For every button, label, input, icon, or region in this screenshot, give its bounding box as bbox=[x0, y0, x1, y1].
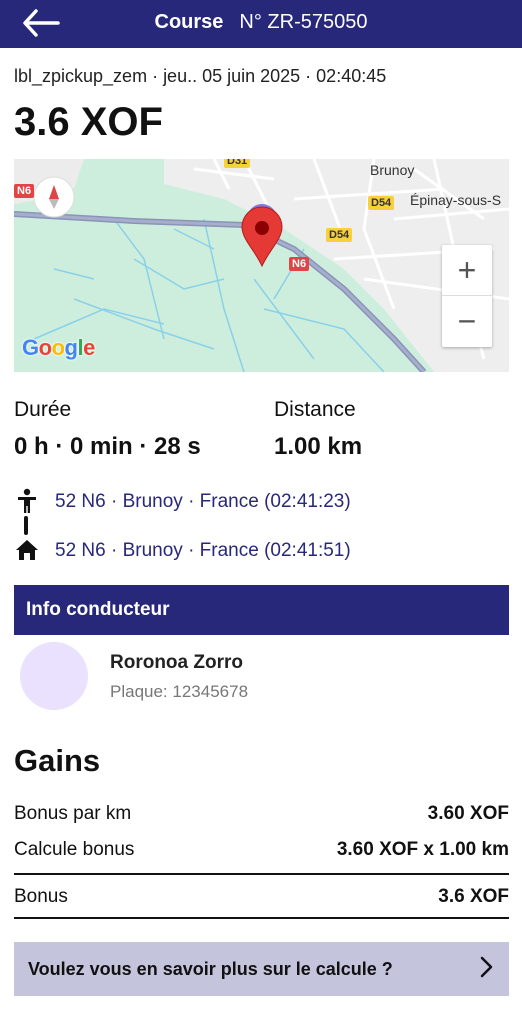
route-connector bbox=[24, 516, 28, 535]
gains-row-value: 3.60 XOF bbox=[427, 803, 509, 824]
ride-meta: lbl_zpickup_zem · jeu.. 05 juin 2025 · 0… bbox=[14, 66, 387, 86]
duration-label: Durée bbox=[14, 398, 72, 421]
driver-section-header: Info conducteur bbox=[14, 585, 509, 635]
divider bbox=[14, 917, 509, 919]
driver-plate: Plaque: 12345678 bbox=[110, 682, 249, 701]
map-label-brunoy: Brunoy bbox=[370, 162, 415, 178]
gains-row-bonus-per-km: Bonus par km 3.60 XOF bbox=[14, 803, 509, 825]
top-app-bar: Course N° ZR-575050 bbox=[0, 0, 522, 48]
driver-avatar bbox=[20, 642, 88, 710]
route-map[interactable]: Brunoy Épinay-sous-S D31 D54 D54 N6 N6 +… bbox=[14, 159, 509, 372]
distance-value: 1.00 km bbox=[274, 433, 363, 460]
distance-label: Distance bbox=[274, 398, 356, 421]
learn-more-button[interactable]: Voulez vous en savoir plus sur le calcul… bbox=[14, 942, 509, 996]
gains-row-label: Calcule bonus bbox=[14, 839, 135, 860]
zoom-in-button[interactable]: + bbox=[442, 245, 492, 296]
road-label-d54-a: D54 bbox=[368, 196, 395, 210]
gains-title: Gains bbox=[14, 743, 101, 778]
learn-more-label: Voulez vous en savoir plus sur le calcul… bbox=[28, 958, 393, 979]
gains-row-calcule-bonus: Calcule bonus 3.60 XOF x 1.00 km bbox=[14, 839, 509, 861]
person-icon bbox=[15, 488, 39, 519]
course-number: N° ZR-575050 bbox=[239, 11, 368, 33]
dropoff-address[interactable]: 52 N6 · Brunoy · France (02:41:51) bbox=[55, 540, 351, 562]
road-label-d31-top: D31 bbox=[224, 159, 251, 168]
gains-row-value: 3.60 XOF x 1.00 km bbox=[336, 839, 509, 860]
zoom-out-button[interactable]: − bbox=[442, 296, 492, 347]
gains-total-row: Bonus 3.6 XOF bbox=[14, 886, 509, 908]
driver-name: Roronoa Zorro bbox=[110, 652, 243, 673]
divider bbox=[14, 873, 509, 875]
road-label-d54-b: D54 bbox=[326, 228, 353, 242]
pickup-address[interactable]: 52 N6 · Brunoy · France (02:41:23) bbox=[55, 491, 351, 513]
road-label-n6: N6 bbox=[289, 257, 310, 271]
map-label-epinay: Épinay-sous-S bbox=[410, 192, 502, 208]
map-zoom-controls: + − bbox=[442, 245, 492, 347]
home-icon bbox=[15, 539, 39, 566]
road-label-n6-left: N6 bbox=[14, 184, 35, 198]
gains-total-label: Bonus bbox=[14, 886, 68, 907]
title-label: Course bbox=[154, 11, 224, 33]
gains-row-label: Bonus par km bbox=[14, 803, 132, 824]
page-title: Course N° ZR-575050 bbox=[0, 11, 522, 34]
duration-value: 0 h · 0 min · 28 s bbox=[14, 433, 201, 460]
google-logo: Google bbox=[22, 335, 95, 360]
ride-price: 3.6 XOF bbox=[14, 100, 163, 144]
gains-total-value: 3.6 XOF bbox=[438, 886, 509, 907]
chevron-right-icon bbox=[479, 956, 493, 983]
